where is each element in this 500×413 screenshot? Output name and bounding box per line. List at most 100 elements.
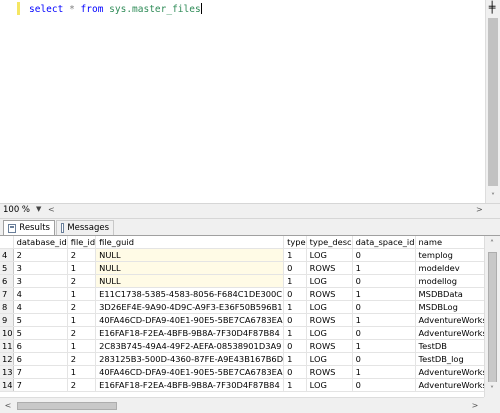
cell-file-id[interactable]: 1: [67, 313, 97, 327]
cell-file-guid[interactable]: NULL: [95, 248, 285, 262]
arrow-down-icon[interactable]: ˅: [486, 189, 500, 203]
table-row[interactable]: 13 7 1 40FA46CD-DFA9-40E1-90E5-5BE7CA6783EA…: [0, 365, 484, 379]
row-number-cell[interactable]: 9: [0, 313, 14, 327]
row-number-cell[interactable]: 12: [0, 352, 14, 366]
cell-data-space-id[interactable]: 0: [352, 378, 416, 392]
table-row[interactable]: 12 6 2 283125B3-500D-4360-87FE-A9E43B167B6D…: [0, 352, 484, 366]
grid-vertical-scrollbar[interactable]: ˄ ˅: [484, 236, 500, 397]
cell-type[interactable]: 1: [283, 300, 307, 314]
cell-name[interactable]: modeldev: [415, 261, 484, 275]
cell-type-desc[interactable]: ROWS: [306, 313, 353, 327]
cell-file-guid[interactable]: NULL: [95, 274, 285, 288]
query-editor[interactable]: select * from sys.master_files ˅ ╪: [0, 0, 500, 203]
grid-scroll-thumb[interactable]: [488, 252, 497, 385]
cell-name[interactable]: AdventureWorks20: [415, 313, 484, 327]
cell-data-space-id[interactable]: 1: [352, 313, 416, 327]
cell-type-desc[interactable]: LOG: [306, 300, 353, 314]
cell-file-id[interactable]: 1: [67, 261, 97, 275]
table-row[interactable]: 6 3 2 NULL 1 LOG 0 modellog: [0, 274, 484, 288]
cell-data-space-id[interactable]: 1: [352, 261, 416, 275]
cell-name[interactable]: TestDB: [415, 339, 484, 353]
column-header[interactable]: type_desc: [306, 236, 353, 249]
cell-type[interactable]: 1: [283, 248, 307, 262]
cell-name[interactable]: MSDBData: [415, 287, 484, 301]
cell-name[interactable]: MSDBLog: [415, 300, 484, 314]
row-number-cell[interactable]: 5: [0, 261, 14, 275]
editor-scroll-thumb[interactable]: [488, 18, 498, 186]
corner-cell[interactable]: [0, 236, 14, 249]
cell-type[interactable]: 0: [283, 365, 307, 379]
cell-data-space-id[interactable]: 1: [352, 287, 416, 301]
cell-type-desc[interactable]: ROWS: [306, 339, 353, 353]
row-number-cell[interactable]: 13: [0, 365, 14, 379]
cell-file-guid[interactable]: 2C83B745-49A4-49F2-AEFA-08538901D3A9: [95, 339, 285, 353]
code-line[interactable]: select * from sys.master_files: [29, 3, 202, 15]
cell-database-id[interactable]: 4: [13, 300, 68, 314]
editor-vertical-scrollbar[interactable]: ˅: [485, 0, 500, 203]
results-grid[interactable]: database_id file_id file_guid type type_…: [0, 236, 484, 397]
grid-hscroll-thumb[interactable]: [17, 402, 117, 410]
cell-type-desc[interactable]: LOG: [306, 326, 353, 340]
row-number-cell[interactable]: 4: [0, 248, 14, 262]
cell-name[interactable]: AdventureWorks20: [415, 365, 484, 379]
cell-data-space-id[interactable]: 1: [352, 339, 416, 353]
row-number-cell[interactable]: 10: [0, 326, 14, 340]
cell-file-id[interactable]: 2: [67, 326, 97, 340]
cell-database-id[interactable]: 4: [13, 287, 68, 301]
arrow-left-icon[interactable]: <: [1, 398, 15, 412]
cell-database-id[interactable]: 5: [13, 313, 68, 327]
row-number-cell[interactable]: 14: [0, 378, 14, 392]
arrow-right-icon[interactable]: >: [468, 398, 482, 412]
cell-database-id[interactable]: 2: [13, 248, 68, 262]
table-row[interactable]: 11 6 1 2C83B745-49A4-49F2-AEFA-08538901D3A9…: [0, 339, 484, 353]
cell-file-guid[interactable]: E16FAF18-F2EA-4BFB-9B8A-7F30D4F87B84: [95, 326, 285, 340]
cell-file-id[interactable]: 2: [67, 248, 97, 262]
cell-file-guid[interactable]: 3D26EF4E-9A90-4D9C-A9F3-E36F50B596B1: [95, 300, 285, 314]
cell-file-id[interactable]: 2: [67, 378, 97, 392]
split-view-icon[interactable]: ╪: [486, 2, 498, 14]
cell-type[interactable]: 1: [283, 326, 307, 340]
arrow-left-icon[interactable]: <: [48, 205, 55, 214]
cell-file-guid[interactable]: 40FA46CD-DFA9-40E1-90E5-5BE7CA6783EA: [95, 313, 285, 327]
cell-data-space-id[interactable]: 0: [352, 326, 416, 340]
cell-file-id[interactable]: 2: [67, 300, 97, 314]
table-row[interactable]: 5 3 1 NULL 0 ROWS 1 modeldev: [0, 261, 484, 275]
cell-file-id[interactable]: 2: [67, 274, 97, 288]
cell-type-desc[interactable]: ROWS: [306, 261, 353, 275]
cell-name[interactable]: AdventureWorks20: [415, 378, 484, 392]
cell-name[interactable]: templog: [415, 248, 484, 262]
cell-type[interactable]: 0: [283, 261, 307, 275]
cell-database-id[interactable]: 7: [13, 365, 68, 379]
column-header[interactable]: database_id: [13, 236, 68, 249]
table-row[interactable]: 4 2 2 NULL 1 LOG 0 templog: [0, 248, 484, 262]
arrow-down-icon[interactable]: ˅: [485, 382, 499, 396]
table-row[interactable]: 9 5 1 40FA46CD-DFA9-40E1-90E5-5BE7CA6783EA 0…: [0, 313, 484, 327]
tab-messages[interactable]: Messages: [56, 220, 114, 235]
zoom-level[interactable]: 100 %: [3, 205, 30, 215]
cell-type-desc[interactable]: LOG: [306, 378, 353, 392]
cell-type[interactable]: 0: [283, 287, 307, 301]
column-header[interactable]: name: [415, 236, 484, 249]
cell-data-space-id[interactable]: 0: [352, 300, 416, 314]
cell-data-space-id[interactable]: 0: [352, 248, 416, 262]
cell-file-id[interactable]: 2: [67, 352, 97, 366]
chevron-down-icon[interactable]: ▼: [36, 205, 41, 213]
row-number-cell[interactable]: 7: [0, 287, 14, 301]
cell-file-guid[interactable]: E11C1738-5385-4583-8056-F684C1DE300C: [95, 287, 285, 301]
row-number-cell[interactable]: 6: [0, 274, 14, 288]
cell-type[interactable]: 1: [283, 352, 307, 366]
cell-database-id[interactable]: 5: [13, 326, 68, 340]
row-number-cell[interactable]: 8: [0, 300, 14, 314]
cell-data-space-id[interactable]: 0: [352, 274, 416, 288]
cell-type-desc[interactable]: LOG: [306, 248, 353, 262]
column-header[interactable]: data_space_id: [352, 236, 416, 249]
column-header[interactable]: file_guid: [95, 236, 285, 249]
tab-results[interactable]: Results: [3, 220, 55, 235]
cell-type-desc[interactable]: LOG: [306, 274, 353, 288]
cell-data-space-id[interactable]: 1: [352, 365, 416, 379]
cell-file-guid[interactable]: NULL: [95, 261, 285, 275]
cell-file-guid[interactable]: 40FA46CD-DFA9-40E1-90E5-5BE7CA6783EA: [95, 365, 285, 379]
cell-database-id[interactable]: 7: [13, 378, 68, 392]
cell-file-guid[interactable]: E16FAF18-F2EA-4BFB-9B8A-7F30D4F87B84: [95, 378, 285, 392]
column-header[interactable]: type: [283, 236, 307, 249]
